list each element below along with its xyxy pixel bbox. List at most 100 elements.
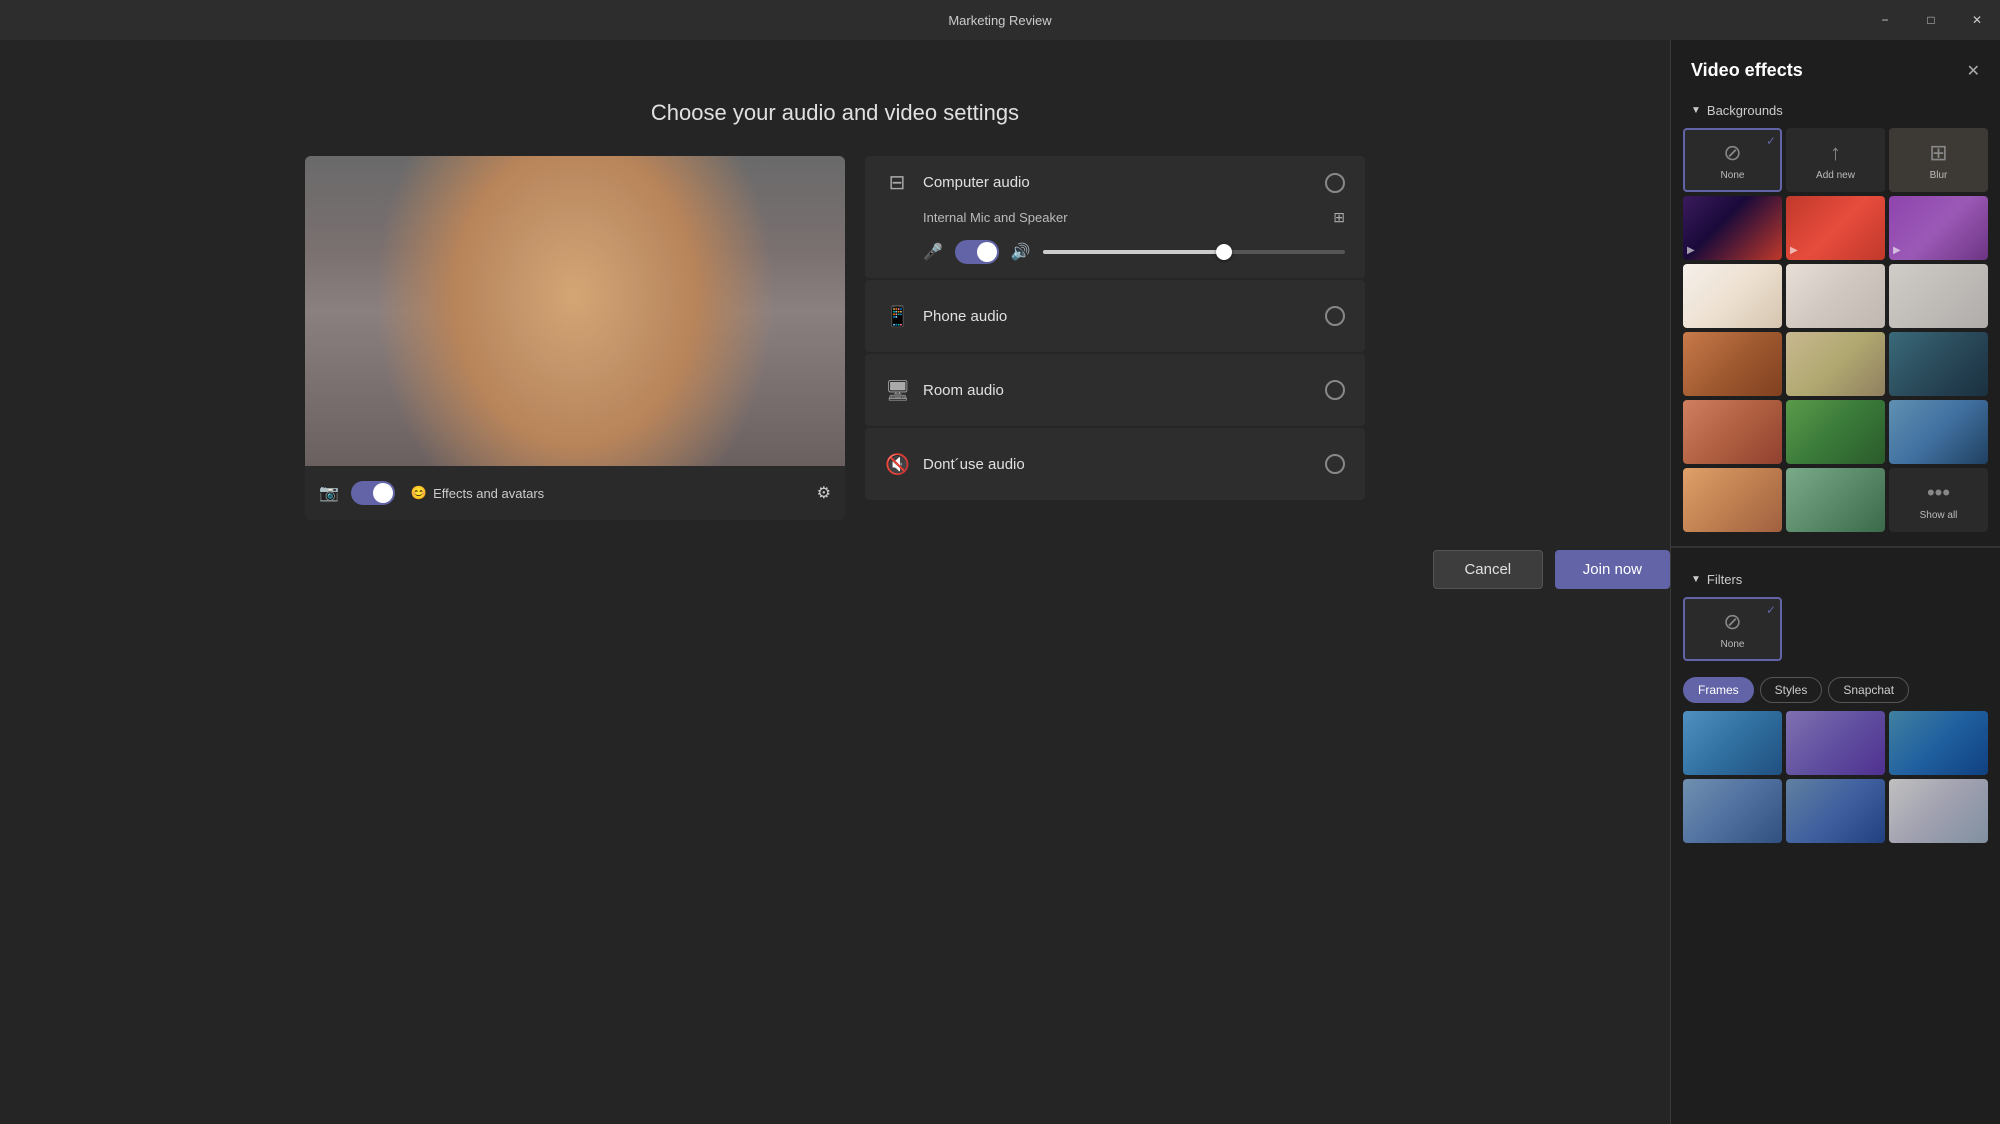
page-title: Choose your audio and video settings (651, 100, 1019, 126)
backgrounds-grid: ✓ ⊘ None ↑ Add new ⊞ Blur ▶ ▶ ▶ (1671, 128, 2000, 532)
tab-snapchat[interactable]: Snapchat (1828, 677, 1909, 703)
preview-audio-container: 📷 😊 Effects and avatars ⚙ ⊟ Computer aud… (305, 156, 1365, 520)
content-area: Choose your audio and video settings 📷 😊… (0, 40, 1670, 1124)
main-area: Choose your audio and video settings 📷 😊… (0, 40, 2000, 1124)
no-audio-option[interactable]: 🔇 Dont´use audio (865, 428, 1365, 500)
no-audio-radio[interactable] (1325, 454, 1345, 474)
phone-audio-option[interactable]: 📱 Phone audio (865, 280, 1365, 352)
filters-label: Filters (1707, 572, 1742, 587)
filter-none-icon: ⊘ (1723, 609, 1741, 635)
cancel-button[interactable]: Cancel (1433, 550, 1543, 589)
backgrounds-chevron-icon: ▼ (1691, 105, 1701, 116)
background-14-thumb[interactable] (1786, 468, 1885, 532)
computer-audio-icon: ⊟ (885, 170, 909, 195)
mic-icon: 🎤 (923, 242, 943, 262)
video-frame (305, 156, 845, 466)
person-image (305, 156, 845, 466)
panel-header: Video effects ✕ (1671, 60, 2000, 97)
video-bg-indicator-3: ▶ (1893, 245, 1901, 256)
show-all-label: Show all (1920, 510, 1958, 521)
filter-none-thumb[interactable]: ✓ ⊘ None (1683, 597, 1782, 661)
show-all-thumb[interactable]: ••• Show all (1889, 468, 1988, 532)
background-none-thumb[interactable]: ✓ ⊘ None (1683, 128, 1782, 192)
background-13-thumb[interactable] (1683, 468, 1782, 532)
volume-fill (1043, 250, 1224, 254)
room-audio-option[interactable]: 🖥 Room audio (865, 354, 1365, 426)
room-audio-label: Room audio (923, 382, 1311, 399)
close-button[interactable]: ✕ (1954, 0, 2000, 40)
phone-audio-label: Phone audio (923, 308, 1311, 325)
filter-check-icon: ✓ (1766, 603, 1776, 617)
filter-4-thumb[interactable] (1683, 779, 1782, 843)
filters-grid (1671, 711, 2000, 843)
device-name: Internal Mic and Speaker (923, 210, 1319, 225)
filter-3-thumb[interactable] (1889, 711, 1988, 775)
filters-section-header[interactable]: ▼ Filters (1671, 566, 2000, 597)
add-new-label: Add new (1816, 170, 1855, 181)
background-5-thumb[interactable] (1786, 264, 1885, 328)
minimize-button[interactable]: − (1862, 0, 1908, 40)
computer-audio-label: Computer audio (923, 174, 1311, 191)
filters-chevron-icon: ▼ (1691, 574, 1701, 585)
video-preview: 📷 😊 Effects and avatars ⚙ (305, 156, 845, 520)
computer-audio-header: ⊟ Computer audio (885, 170, 1345, 195)
section-separator (1671, 546, 2000, 548)
video-bg-indicator-2: ▶ (1790, 245, 1798, 256)
background-12-thumb[interactable] (1889, 400, 1988, 464)
add-new-thumb[interactable]: ↑ Add new (1786, 128, 1885, 192)
settings-button[interactable]: ⚙ (817, 483, 831, 503)
filter-2-thumb[interactable] (1786, 711, 1885, 775)
video-controls: 📷 😊 Effects and avatars ⚙ (305, 466, 845, 520)
background-10-thumb[interactable] (1683, 400, 1782, 464)
background-1-thumb[interactable]: ▶ (1683, 196, 1782, 260)
background-4-thumb[interactable] (1683, 264, 1782, 328)
join-now-button[interactable]: Join now (1555, 550, 1670, 589)
device-row: Internal Mic and Speaker ⊞ (885, 209, 1345, 226)
background-9-thumb[interactable] (1889, 332, 1988, 396)
effects-avatars-button[interactable]: 😊 Effects and avatars (411, 485, 544, 501)
speaker-icon: 🔊 (1011, 242, 1031, 262)
background-8-thumb[interactable] (1786, 332, 1885, 396)
tab-frames[interactable]: Frames (1683, 677, 1754, 703)
filter-none-label: None (1721, 639, 1745, 650)
filter-1-thumb[interactable] (1683, 711, 1782, 775)
mic-toggle[interactable] (955, 240, 999, 264)
blur-label: Blur (1930, 170, 1948, 181)
adjust-icon[interactable]: ⊞ (1333, 209, 1345, 226)
blur-thumb[interactable]: ⊞ Blur (1889, 128, 1988, 192)
filter-none-row: ✓ ⊘ None (1671, 597, 2000, 661)
effects-icon: 😊 (411, 485, 427, 501)
panel-title: Video effects (1691, 60, 1803, 81)
window-controls: − □ ✕ (1862, 0, 2000, 40)
effects-label: Effects and avatars (433, 486, 544, 501)
audio-options: ⊟ Computer audio Internal Mic and Speake… (865, 156, 1365, 520)
maximize-button[interactable]: □ (1908, 0, 1954, 40)
phone-audio-radio[interactable] (1325, 306, 1345, 326)
background-2-thumb[interactable]: ▶ (1786, 196, 1885, 260)
video-effects-panel: Video effects ✕ ▼ Backgrounds ✓ ⊘ None ↑… (1670, 40, 2000, 1124)
filter-tabs: Frames Styles Snapchat (1671, 669, 2000, 711)
no-audio-icon: 🔇 (885, 452, 909, 477)
background-11-thumb[interactable] (1786, 400, 1885, 464)
backgrounds-label: Backgrounds (1707, 103, 1783, 118)
selected-check-icon: ✓ (1766, 134, 1776, 148)
panel-close-button[interactable]: ✕ (1967, 61, 1980, 81)
backgrounds-section-header[interactable]: ▼ Backgrounds (1671, 97, 2000, 128)
computer-audio-radio[interactable] (1325, 173, 1345, 193)
room-audio-radio[interactable] (1325, 380, 1345, 400)
camera-icon: 📷 (319, 483, 339, 503)
filter-6-thumb[interactable] (1889, 779, 1988, 843)
camera-toggle[interactable] (351, 481, 395, 505)
blur-icon: ⊞ (1929, 140, 1947, 166)
filter-5-thumb[interactable] (1786, 779, 1885, 843)
volume-slider[interactable] (1043, 250, 1345, 254)
more-icon: ••• (1927, 480, 1950, 506)
background-3-thumb[interactable]: ▶ (1889, 196, 1988, 260)
tab-styles[interactable]: Styles (1760, 677, 1823, 703)
none-icon: ⊘ (1723, 140, 1741, 166)
computer-audio-option[interactable]: ⊟ Computer audio Internal Mic and Speake… (865, 156, 1365, 278)
audio-controls-row: 🎤 🔊 (885, 240, 1345, 264)
background-7-thumb[interactable] (1683, 332, 1782, 396)
background-6-thumb[interactable] (1889, 264, 1988, 328)
none-label: None (1721, 170, 1745, 181)
